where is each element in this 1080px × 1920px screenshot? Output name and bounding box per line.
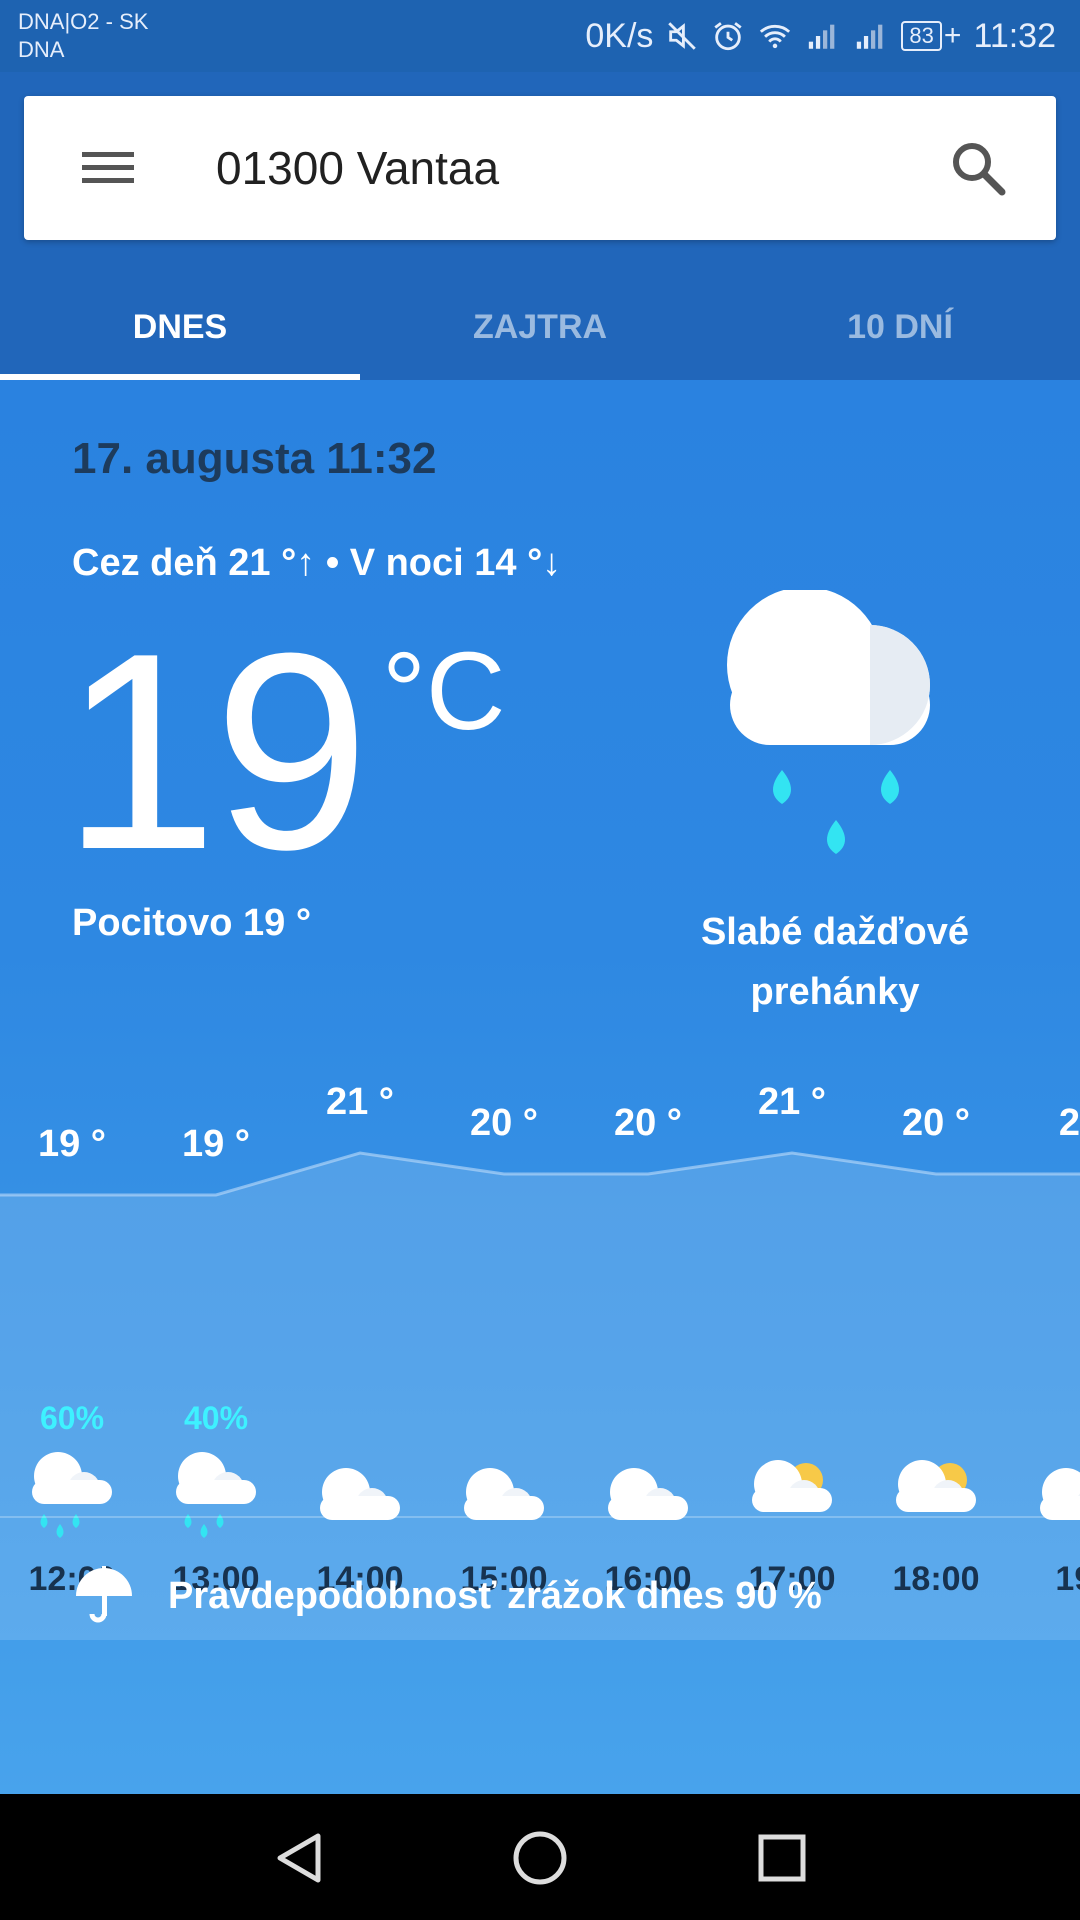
hour-temperature: 20 °: [613, 1102, 683, 1144]
tab-10-days[interactable]: 10 DNÍ: [720, 272, 1080, 380]
hour-column[interactable]: 19 ° 40% 13:00: [144, 1100, 288, 1640]
condition-line-1: Slabé dažďové: [700, 911, 970, 953]
tab-today[interactable]: DNES: [0, 272, 360, 380]
carrier-line-1: DNA|O2 - SK: [18, 9, 149, 34]
location-name[interactable]: 01300 Vantaa: [216, 136, 499, 200]
hour-column[interactable]: 20 ° 15:00: [432, 1100, 576, 1640]
cloud-rain-icon: [170, 1450, 262, 1542]
hour-column[interactable]: 19 ° 60% 12:00: [0, 1100, 144, 1640]
status-bar: DNA|O2 - SK DNA 0K/s 83 + 11:32: [0, 0, 1080, 72]
temperature-unit: °C: [382, 630, 506, 753]
condition-text: Slabé dažďové prehánky: [660, 902, 1010, 1022]
carrier-info: DNA|O2 - SK DNA: [18, 8, 148, 64]
current-weather-panel: 17. augusta 11:32 Cez deň 21 °↑ • V noci…: [0, 380, 1080, 1794]
search-bar[interactable]: 01300 Vantaa: [24, 96, 1056, 240]
hour-precip-probability: 40%: [183, 1400, 249, 1436]
hour-temperature: 19 °: [37, 1123, 107, 1165]
cloud-icon: [602, 1450, 694, 1542]
current-datetime: 17. augusta 11:32: [72, 434, 437, 483]
hour-temperature: 20 °: [469, 1102, 539, 1144]
hour-column[interactable]: 20 ° 18:00: [864, 1100, 1008, 1640]
status-icons: 0K/s 83 + 11:32: [585, 14, 1056, 58]
cloud-icon: [1034, 1450, 1080, 1542]
search-icon[interactable]: [946, 136, 1010, 200]
mute-icon: [665, 19, 699, 53]
partly-cloudy-icon: [890, 1450, 982, 1542]
hour-precip-probability: 60%: [39, 1400, 105, 1436]
hour-temperature: 21 °: [757, 1081, 827, 1123]
tab-tomorrow[interactable]: ZAJTRA: [360, 272, 720, 380]
wifi-icon: [757, 19, 793, 53]
hour-temperature: 20: [1058, 1102, 1080, 1144]
cloud-icon: [314, 1450, 406, 1542]
menu-icon[interactable]: [80, 140, 136, 196]
hour-column[interactable]: 20 ° 16:00: [576, 1100, 720, 1640]
feels-like: Pocitovo 19 °: [72, 902, 312, 944]
cloud-rain-icon: [26, 1450, 118, 1542]
signal-roaming-icon: [805, 19, 841, 53]
hourly-forecast[interactable]: 19 ° 60% 12:00 19 ° 40% 13:00 21 ° 14:00 20 ° 15:…: [0, 1081, 1080, 1640]
carrier-line-2: DNA: [18, 37, 65, 62]
battery-level: 83: [901, 21, 942, 51]
network-speed: 0K/s: [585, 16, 654, 55]
hour-column[interactable]: 20 19:: [1008, 1100, 1080, 1640]
day-night-range: Cez deň 21 °↑ • V noci 14 °↓: [72, 542, 562, 584]
hour-time: 18:00: [892, 1560, 980, 1598]
condition-line-2: prehánky: [750, 971, 920, 1013]
signal-icon: [853, 19, 889, 53]
alarm-icon: [711, 19, 745, 53]
battery-icon: 83 +: [901, 19, 961, 53]
hour-column[interactable]: 21 ° 17:00: [720, 1081, 864, 1640]
home-icon[interactable]: [510, 1828, 570, 1888]
umbrella-icon: [76, 1566, 132, 1623]
hour-temperature: 20 °: [901, 1102, 971, 1144]
cloud-icon: [458, 1450, 550, 1542]
current-temperature: 19: [62, 596, 369, 908]
navigation-bar: [0, 1794, 1080, 1920]
hour-temperature: 21 °: [325, 1081, 395, 1123]
hour-temperature: 19 °: [181, 1123, 251, 1165]
partly-cloudy-icon: [746, 1450, 838, 1542]
hour-column[interactable]: 21 ° 14:00: [288, 1081, 432, 1640]
back-icon[interactable]: [270, 1828, 330, 1888]
tab-bar: DNES ZAJTRA 10 DNÍ: [0, 272, 1080, 380]
status-time: 11:32: [973, 16, 1056, 55]
recents-icon[interactable]: [752, 1828, 812, 1888]
app-bar: 01300 Vantaa DNES ZAJTRA 10 DNÍ: [0, 72, 1080, 380]
hourly-divider: [0, 1516, 1080, 1518]
precipitation-text: Pravdepodobnosť zrážok dnes 90 %: [168, 1574, 822, 1617]
precipitation-summary: Pravdepodobnosť zrážok dnes 90 %: [72, 1564, 822, 1628]
cloud-rain-icon: [727, 590, 930, 854]
hour-time: 19:: [1055, 1560, 1080, 1598]
